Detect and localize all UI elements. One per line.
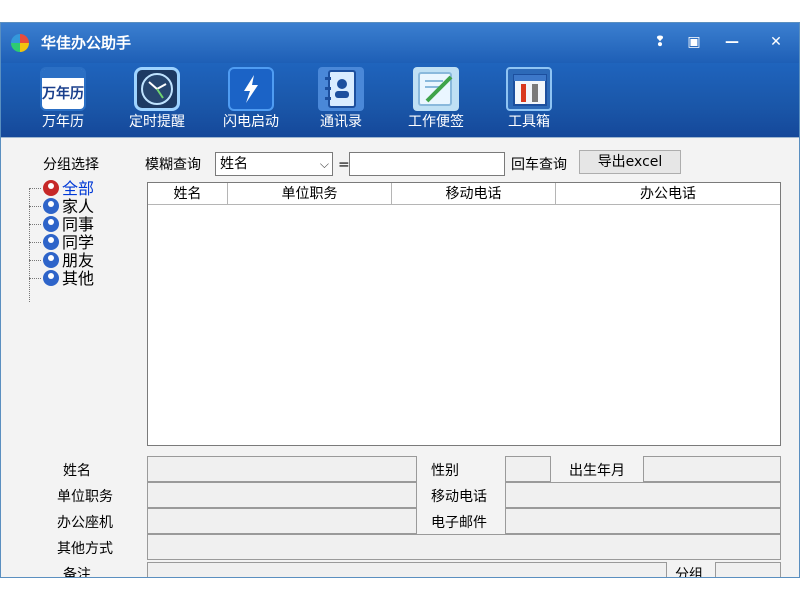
title-field[interactable] [147, 482, 417, 508]
email-label: 电子邮件 [431, 515, 487, 531]
person-icon [43, 216, 59, 232]
person-icon [43, 270, 59, 286]
close-button[interactable]: ✕ [763, 30, 789, 54]
title-bar: 华佳办公助手 ❢ ▣ — ✕ [1, 23, 799, 63]
minimize-button[interactable]: — [719, 30, 745, 54]
group-item-label: 其他 [62, 269, 95, 288]
group-item-friend[interactable]: 朋友 [43, 252, 94, 270]
birth-label: 出生年月 [569, 463, 625, 479]
calendar-icon-text: 万年历 [42, 86, 84, 102]
contacts-table[interactable]: 姓名 单位职务 移动电话 办公电话 [147, 182, 781, 446]
fuzzy-query-label: 模糊查询 [145, 157, 201, 173]
gender-label: 性别 [431, 463, 459, 479]
toolbar-quick-launch[interactable]: 闪电启动 [217, 67, 285, 135]
column-header-mobile[interactable]: 移动电话 [392, 183, 556, 205]
birth-field[interactable] [643, 456, 781, 482]
calendar-icon: 万年历 [40, 67, 86, 111]
office-phone-label: 办公座机 [57, 515, 113, 531]
toolbar-label: 定时提醒 [129, 114, 185, 130]
column-header-office-phone[interactable]: 办公电话 [556, 183, 780, 205]
group-item-colleague[interactable]: 同事 [43, 216, 94, 234]
other-contact-label: 其他方式 [57, 541, 113, 557]
app-logo-icon [11, 34, 29, 52]
office-phone-field[interactable] [147, 508, 417, 534]
mobile-label: 移动电话 [431, 489, 487, 505]
person-icon [43, 234, 59, 250]
person-icon [43, 198, 59, 214]
gender-field[interactable] [505, 456, 551, 482]
pin-icon[interactable]: ❢ [647, 30, 673, 54]
tree-connector [29, 242, 41, 243]
toolbar-label: 工具箱 [508, 114, 550, 130]
group-item-other[interactable]: 其他 [43, 270, 94, 288]
group-select-label: 分组选择 [43, 157, 99, 173]
field-select[interactable]: 姓名 ⌵ [215, 152, 333, 176]
chevron-down-icon: ⌵ [319, 157, 329, 171]
group-item-label: 朋友 [62, 251, 95, 270]
group-label: 分组 [675, 567, 703, 578]
toolbar-label: 万年历 [42, 114, 84, 130]
other-contact-field[interactable] [147, 534, 781, 560]
tree-connector [29, 278, 41, 279]
group-field[interactable] [715, 562, 781, 577]
toolbar-contacts[interactable]: 通讯录 [313, 67, 369, 135]
app-window: 华佳办公助手 ❢ ▣ — ✕ 万年历 万年历 定时提醒 闪电启动 通讯录 工作便… [0, 22, 800, 578]
toolbar-reminder[interactable]: 定时提醒 [123, 67, 191, 135]
enter-query-label: 回车查询 [511, 157, 567, 173]
field-select-value: 姓名 [220, 156, 248, 172]
contacts-icon [318, 67, 364, 111]
group-item-label: 同学 [62, 233, 95, 252]
name-field[interactable] [147, 456, 417, 482]
toolbar-label: 通讯录 [320, 114, 362, 130]
tree-connector [29, 188, 41, 189]
clock-icon [134, 67, 180, 111]
window-title: 华佳办公助手 [41, 34, 132, 52]
mobile-field[interactable] [505, 482, 781, 508]
export-excel-button[interactable]: 导出excel [579, 150, 681, 174]
group-item-label: 家人 [62, 197, 95, 216]
group-item-label: 全部 [62, 179, 95, 198]
toolbar-toolbox[interactable]: 工具箱 [501, 67, 557, 135]
person-icon [43, 252, 59, 268]
tree-connector [29, 260, 41, 261]
title-label: 单位职务 [57, 489, 113, 505]
column-header-name[interactable]: 姓名 [148, 183, 228, 205]
toolbar-label: 工作便签 [408, 114, 464, 130]
tree-connector [29, 224, 41, 225]
toolbox-icon [506, 67, 552, 111]
group-item-family[interactable]: 家人 [43, 198, 94, 216]
group-tree: 全部 家人 同事 同学 朋友 其他 [25, 180, 135, 314]
equals-sign: = [338, 157, 350, 173]
group-item-all[interactable]: 全部 [43, 180, 94, 198]
table-header: 姓名 单位职务 移动电话 办公电话 [148, 183, 780, 205]
toolbar: 万年历 万年历 定时提醒 闪电启动 通讯录 工作便签 工具箱 [1, 63, 799, 137]
remark-label: 备注 [63, 567, 91, 578]
toolbar-notes[interactable]: 工作便签 [401, 67, 471, 135]
restore-button[interactable]: ▣ [681, 30, 707, 54]
query-input[interactable] [349, 152, 505, 176]
email-field[interactable] [505, 508, 781, 534]
group-item-classmate[interactable]: 同学 [43, 234, 94, 252]
toolbar-label: 闪电启动 [223, 114, 279, 130]
group-item-label: 同事 [62, 215, 95, 234]
flash-icon [228, 67, 274, 111]
name-label: 姓名 [63, 463, 91, 479]
person-icon [43, 180, 59, 196]
remark-field[interactable] [147, 562, 667, 577]
toolbar-calendar[interactable]: 万年历 万年历 [35, 67, 91, 135]
main-panel: 分组选择 模糊查询 姓名 ⌵ = 回车查询 导出excel 全部 家人 同事 同… [1, 137, 799, 578]
column-header-title[interactable]: 单位职务 [228, 183, 392, 205]
tree-connector [29, 206, 41, 207]
notes-icon [413, 67, 459, 111]
